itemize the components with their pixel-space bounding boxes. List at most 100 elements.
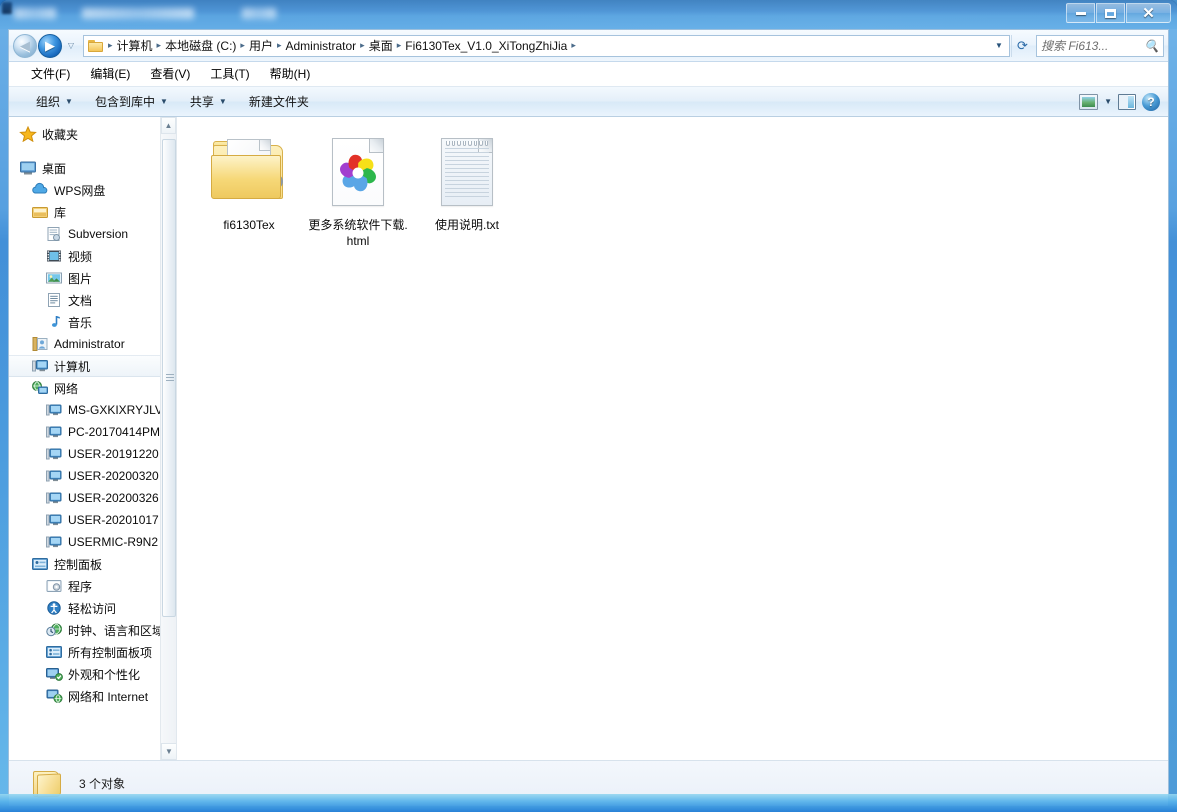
computer-icon xyxy=(31,358,49,374)
pinwheel-glyph xyxy=(331,146,385,200)
sidebar-item-administrator[interactable]: Administrator xyxy=(9,333,176,355)
include-in-library-button[interactable]: 包含到库中 ▼ xyxy=(84,89,179,114)
sidebar-item-subversion[interactable]: Subversion xyxy=(9,223,176,245)
menu-file[interactable]: 文件(F) xyxy=(21,63,80,84)
sidebar-item-label: 网络和 Internet xyxy=(68,689,149,704)
breadcrumb-item-4[interactable]: 桌面 xyxy=(366,37,396,54)
sidebar-item-network-computer-0[interactable]: MS-GXKIXRYJLV xyxy=(9,399,176,421)
maximize-button[interactable] xyxy=(1096,3,1125,23)
breadcrumb-item-5[interactable]: Fi6130Tex_V1.0_XiTongZhiJia xyxy=(402,39,570,53)
notepad-text-icon xyxy=(429,135,505,211)
sidebar-item-label: PC-20170414PM xyxy=(68,425,161,439)
sidebar-item-network-internet[interactable]: 网络和 Internet xyxy=(9,685,176,707)
sidebar-item-videos[interactable]: 视频 xyxy=(9,245,176,267)
navigation-bar: ◀ ▶ ▽ ▸ 计算机 ▸ 本地磁盘 (C:) ▸ 用户 ▸ Administr… xyxy=(9,30,1168,62)
sidebar-item-computer[interactable]: 计算机 xyxy=(9,355,176,377)
sidebar-item-pictures[interactable]: 图片 xyxy=(9,267,176,289)
breadcrumb-separator[interactable]: ▸ xyxy=(570,40,577,51)
recent-locations-button[interactable]: ▽ xyxy=(64,41,78,50)
menu-tools[interactable]: 工具(T) xyxy=(200,63,259,84)
sidebar-item-favorites[interactable]: 收藏夹 xyxy=(9,123,176,145)
pictures-icon xyxy=(45,270,63,286)
minimize-button[interactable] xyxy=(1066,3,1095,23)
file-list-view[interactable]: fi6130Tex 更多系统软件下载.html 使用说明.txt xyxy=(177,117,1168,760)
network-computer-icon xyxy=(45,402,63,418)
refresh-button[interactable]: ⟳ xyxy=(1011,34,1033,57)
preview-pane-icon[interactable] xyxy=(1118,93,1136,110)
scroll-up-arrow-icon[interactable]: ▲ xyxy=(161,117,176,134)
view-layout-icon[interactable] xyxy=(1079,93,1099,110)
notepad-spiral-icon xyxy=(446,141,488,146)
menu-edit[interactable]: 编辑(E) xyxy=(80,63,140,84)
sidebar-item-wps-cloud[interactable]: WPS网盘 xyxy=(9,179,176,201)
ease-of-access-icon xyxy=(45,600,63,616)
menu-view[interactable]: 查看(V) xyxy=(140,63,200,84)
breadcrumb-item-3[interactable]: Administrator xyxy=(282,39,359,53)
sidebar-item-libraries[interactable]: 库 xyxy=(9,201,176,223)
forward-button[interactable]: ▶ xyxy=(38,33,62,58)
sidebar-item-music[interactable]: 音乐 xyxy=(9,311,176,333)
cloud-icon xyxy=(31,182,49,198)
sidebar-item-label: 轻松访问 xyxy=(68,601,117,616)
file-item-folder[interactable]: fi6130Tex xyxy=(195,131,303,255)
search-placeholder: 搜索 Fi613... xyxy=(1041,39,1109,53)
sidebar-item-desktop[interactable]: 桌面 xyxy=(9,157,176,179)
organize-button[interactable]: 组织 ▼ xyxy=(25,89,84,114)
explorer-client: ◀ ▶ ▽ ▸ 计算机 ▸ 本地磁盘 (C:) ▸ 用户 ▸ Administr… xyxy=(8,29,1169,806)
forward-arrow-icon: ▶ xyxy=(45,38,55,53)
star-icon xyxy=(19,125,37,143)
address-bar[interactable]: ▸ 计算机 ▸ 本地磁盘 (C:) ▸ 用户 ▸ Administrator ▸… xyxy=(83,34,1010,57)
sidebar-item-appearance-personalization[interactable]: 外观和个性化 xyxy=(9,663,176,685)
sidebar-item-network[interactable]: 网络 xyxy=(9,377,176,399)
menu-bar: 文件(F) 编辑(E) 查看(V) 工具(T) 帮助(H) xyxy=(9,62,1168,86)
search-input[interactable]: 搜索 Fi613... 🔍 xyxy=(1036,34,1164,57)
sidebar-item-label: USERMIC-R9N2 xyxy=(68,535,159,549)
view-chevron-down-icon[interactable]: ▼ xyxy=(1104,97,1112,106)
title-bar[interactable]: ✕ xyxy=(0,0,1177,29)
window-controls: ✕ xyxy=(1066,3,1171,23)
sidebar-item-label: USER-20201017 xyxy=(68,513,159,527)
all-items-icon xyxy=(45,644,63,660)
help-icon[interactable]: ? xyxy=(1142,92,1160,111)
chevron-down-icon: ▼ xyxy=(218,97,227,106)
file-item-txt[interactable]: 使用说明.txt xyxy=(413,131,521,255)
address-dropdown-icon[interactable]: ▼ xyxy=(991,41,1007,50)
share-button[interactable]: 共享 ▼ xyxy=(179,89,238,114)
sidebar-item-ease-of-access[interactable]: 轻松访问 xyxy=(9,597,176,619)
close-button[interactable]: ✕ xyxy=(1126,3,1171,23)
menu-help[interactable]: 帮助(H) xyxy=(260,63,321,84)
breadcrumb-item-0[interactable]: 计算机 xyxy=(114,37,156,54)
sidebar-item-network-computer-5[interactable]: USER-20201017 xyxy=(9,509,176,531)
sidebar-item-label: Subversion xyxy=(68,227,129,241)
file-item-html[interactable]: 更多系统软件下载.html xyxy=(304,131,412,255)
sidebar-item-network-computer-2[interactable]: USER-20191220 xyxy=(9,443,176,465)
breadcrumb-item-1[interactable]: 本地磁盘 (C:) xyxy=(162,37,239,54)
sidebar-item-label: 音乐 xyxy=(68,315,93,330)
sidebar-scrollbar[interactable]: ▲ ▼ xyxy=(160,117,176,760)
sidebar-item-network-computer-3[interactable]: USER-20200320 xyxy=(9,465,176,487)
pinwheel-browser-icon xyxy=(320,135,396,211)
user-icon xyxy=(31,336,49,352)
sidebar-item-clock-language-region[interactable]: 时钟、语言和区域 xyxy=(9,619,176,641)
scrollbar-thumb[interactable] xyxy=(162,139,176,617)
item-count-label: 3 个对象 xyxy=(79,777,126,791)
clock-region-icon xyxy=(45,622,63,638)
sidebar-item-control-panel[interactable]: 控制面板 xyxy=(9,553,176,575)
sidebar-item-network-computer-6[interactable]: USERMIC-R9N2 xyxy=(9,531,176,553)
file-item-label: 使用说明.txt xyxy=(434,218,499,232)
organize-label: 组织 xyxy=(36,95,61,109)
sidebar-item-network-computer-1[interactable]: PC-20170414PM xyxy=(9,421,176,443)
chevron-down-icon: ▼ xyxy=(65,97,73,106)
breadcrumb-item-2[interactable]: 用户 xyxy=(246,37,276,54)
explorer-body: 收藏夹 桌面 WPS网盘 库 Subversion 视频 图片 文档 音乐 Ad… xyxy=(9,117,1168,760)
maximize-icon xyxy=(1105,8,1116,18)
scroll-down-arrow-icon[interactable]: ▼ xyxy=(161,743,176,760)
sidebar-item-programs[interactable]: 程序 xyxy=(9,575,176,597)
new-folder-button[interactable]: 新建文件夹 xyxy=(238,89,320,114)
sidebar-item-all-control-panel-items[interactable]: 所有控制面板项 xyxy=(9,641,176,663)
control-panel-icon xyxy=(31,556,49,572)
back-button[interactable]: ◀ xyxy=(13,33,37,58)
sidebar-item-documents[interactable]: 文档 xyxy=(9,289,176,311)
sidebar-item-network-computer-4[interactable]: USER-20200326 xyxy=(9,487,176,509)
